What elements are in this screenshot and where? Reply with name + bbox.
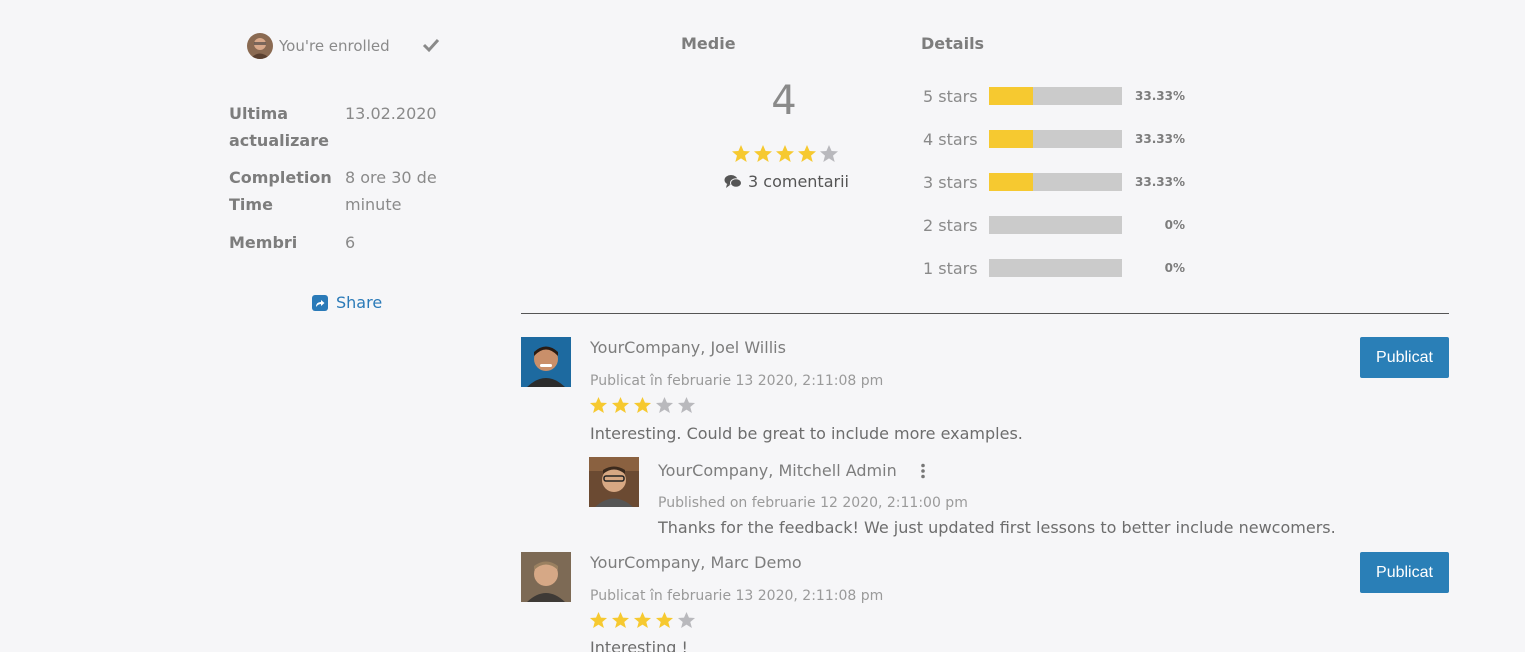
- rating-bar-fill: [989, 173, 1034, 191]
- star-empty-icon: [677, 611, 696, 629]
- review-stars: [589, 396, 699, 414]
- star-filled-icon: [655, 611, 674, 629]
- enrollment-status: You're enrolled: [247, 33, 390, 59]
- star-empty-icon: [819, 144, 839, 163]
- star-empty-icon: [677, 396, 696, 414]
- members-label: Membri: [229, 233, 298, 252]
- rating-row: 1 stars 0%: [923, 258, 1185, 278]
- star-filled-icon: [753, 144, 773, 163]
- share-link[interactable]: Share: [312, 293, 382, 312]
- rating-row-percent: 33.33%: [1135, 89, 1185, 103]
- rating-row: 5 stars 33.33%: [923, 86, 1185, 106]
- rating-bar: [989, 87, 1122, 105]
- comments-count[interactable]: 3 comentarii: [724, 172, 849, 191]
- average-heading: Medie: [681, 34, 736, 53]
- review-stars: [589, 611, 699, 629]
- rating-row-percent: 0%: [1164, 261, 1185, 275]
- reviewer-avatar: [521, 337, 571, 387]
- rating-bar: [989, 173, 1122, 191]
- star-filled-icon: [589, 611, 608, 629]
- rating-bar: [989, 130, 1122, 148]
- reply-avatar: [589, 457, 639, 507]
- reply-text: Thanks for the feedback! We just updated…: [658, 518, 1336, 537]
- average-rating-value: 4: [771, 78, 797, 124]
- rating-row: 2 stars 0%: [923, 215, 1185, 235]
- reply-author-name: YourCompany, Mitchell Admin: [658, 461, 897, 480]
- review-date: Publicat în februarie 13 2020, 2:11:08 p…: [590, 588, 884, 604]
- star-filled-icon: [611, 396, 630, 414]
- rating-row-label: 2 stars: [923, 215, 978, 235]
- publish-button[interactable]: Publicat: [1360, 552, 1449, 593]
- details-heading: Details: [921, 34, 985, 53]
- completion-time-value: 8 ore 30 de minute: [345, 168, 437, 214]
- share-label: Share: [336, 293, 383, 312]
- rating-row-label: 5 stars: [923, 86, 978, 106]
- rating-row-percent: 33.33%: [1135, 132, 1185, 146]
- rating-row-percent: 0%: [1164, 218, 1185, 232]
- star-filled-icon: [797, 144, 817, 163]
- completion-time-label: Completion Time: [229, 168, 332, 214]
- reviewer-name: YourCompany, Joel Willis: [590, 338, 786, 357]
- review-text: Interesting !: [590, 638, 688, 652]
- review-text: Interesting. Could be great to include m…: [590, 424, 1023, 443]
- rating-row-label: 3 stars: [923, 172, 978, 192]
- reviewer-name: YourCompany, Marc Demo: [590, 553, 802, 572]
- rating-bar: [989, 216, 1122, 234]
- star-filled-icon: [589, 396, 608, 414]
- rating-bar-fill: [989, 130, 1034, 148]
- star-filled-icon: [633, 396, 652, 414]
- rating-row-label: 1 stars: [923, 258, 978, 278]
- rating-row-label: 4 stars: [923, 129, 978, 149]
- last-update-label: Ultima actualizare: [229, 104, 329, 150]
- check-icon: [422, 36, 440, 54]
- star-empty-icon: [655, 396, 674, 414]
- rating-row-percent: 33.33%: [1135, 175, 1185, 189]
- star-filled-icon: [633, 611, 652, 629]
- comments-icon: [724, 174, 742, 190]
- divider: [521, 313, 1449, 314]
- rating-row: 3 stars 33.33%: [923, 172, 1185, 192]
- rating-bar: [989, 259, 1122, 277]
- star-filled-icon: [611, 611, 630, 629]
- user-avatar: [247, 33, 273, 59]
- average-stars: [731, 144, 841, 163]
- rating-bar-fill: [989, 87, 1034, 105]
- enrolled-text: You're enrolled: [279, 37, 390, 55]
- reviewer-avatar: [521, 552, 571, 602]
- more-options-icon[interactable]: [920, 463, 926, 479]
- star-filled-icon: [775, 144, 795, 163]
- star-filled-icon: [731, 144, 751, 163]
- members-value: 6: [345, 233, 356, 252]
- reply-date: Published on februarie 12 2020, 2:11:00 …: [658, 495, 968, 511]
- publish-button[interactable]: Publicat: [1360, 337, 1449, 378]
- comments-text: 3 comentarii: [748, 172, 849, 191]
- share-icon: [312, 294, 328, 311]
- last-update-value: 13.02.2020: [345, 104, 437, 123]
- rating-row: 4 stars 33.33%: [923, 129, 1185, 149]
- review-date: Publicat în februarie 13 2020, 2:11:08 p…: [590, 373, 884, 389]
